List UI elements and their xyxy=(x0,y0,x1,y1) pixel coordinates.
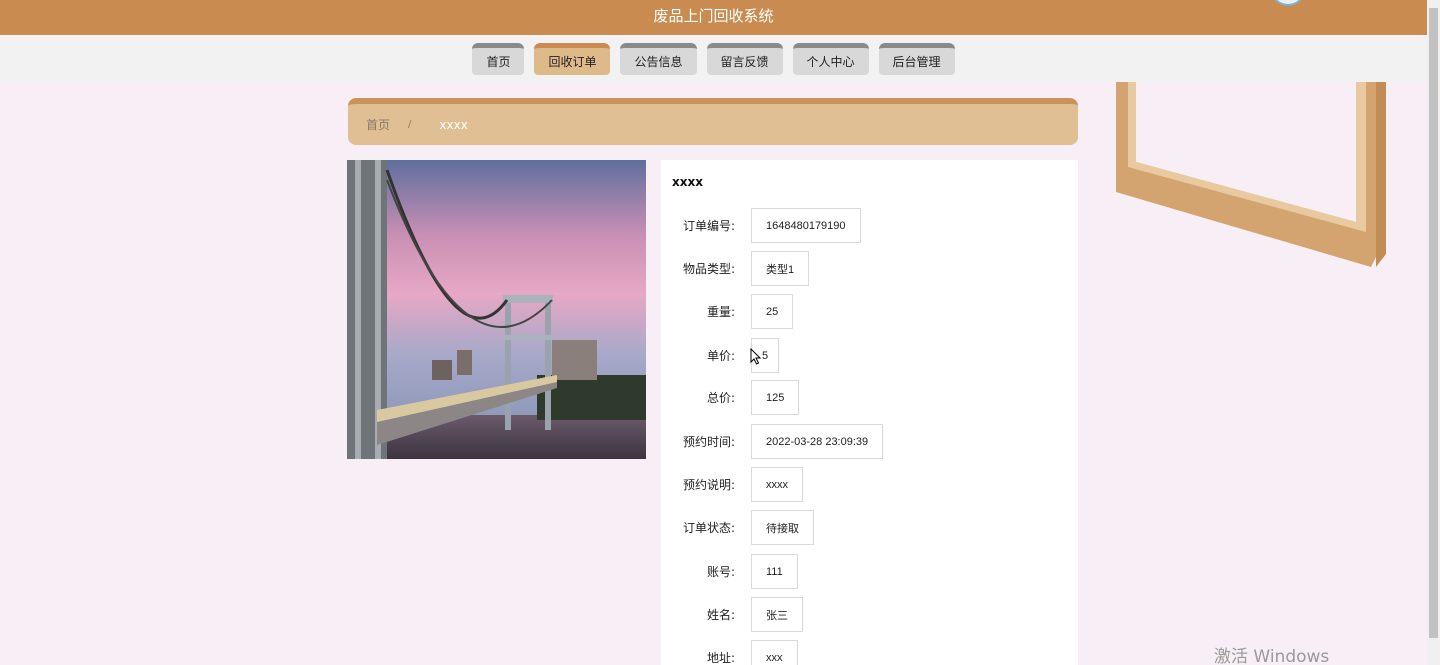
field-value: 张三 xyxy=(751,597,803,632)
field-label: 预约说明: xyxy=(682,478,735,492)
field-weight: 重量: 25 xyxy=(661,294,794,329)
breadcrumb-separator: / xyxy=(408,119,412,130)
breadcrumb: 首页 / xxxx xyxy=(348,98,1078,145)
field-label: 总价: xyxy=(706,391,735,405)
field-total-price: 总价: 125 xyxy=(661,380,800,415)
breadcrumb-home-link[interactable]: 首页 xyxy=(366,116,390,133)
field-value: 25 xyxy=(751,294,794,329)
field-value: 125 xyxy=(751,380,800,415)
field-value: 2022-03-28 23:09:39 xyxy=(751,424,884,459)
scrollbar-thumb[interactable] xyxy=(1429,8,1438,638)
order-detail-panel: xxxx 订单编号: 1648480179190 物品类型: 类型1 重量: 2… xyxy=(661,160,1078,665)
field-account: 账号: 111 xyxy=(661,554,798,589)
vertical-scrollbar[interactable] xyxy=(1427,0,1440,665)
field-label: 物品类型: xyxy=(682,262,735,276)
app-title: 废品上门回收系统 xyxy=(653,7,774,25)
field-label: 地址: xyxy=(706,651,735,665)
field-appointment-note: 预约说明: xxxx xyxy=(661,467,803,502)
mouse-cursor-icon xyxy=(750,348,762,365)
app-header: 废品上门回收系统 xyxy=(0,0,1427,35)
field-order-number: 订单编号: 1648480179190 xyxy=(661,208,861,243)
field-appointment-time: 预约时间: 2022-03-28 23:09:39 xyxy=(661,424,884,459)
field-name: 姓名: 张三 xyxy=(661,597,803,632)
windows-activation-watermark: 激活 Windows xyxy=(1214,647,1330,665)
nav-feedback[interactable]: 留言反馈 xyxy=(706,43,783,75)
field-label: 订单状态: xyxy=(682,521,735,535)
field-value: 待接取 xyxy=(751,510,814,545)
field-address: 地址: xxx xyxy=(661,640,798,665)
breadcrumb-current: xxxx xyxy=(439,117,468,132)
field-label: 订单编号: xyxy=(682,219,735,233)
nav-recycle-orders[interactable]: 回收订单 xyxy=(534,43,611,75)
detail-title: xxxx xyxy=(672,175,703,189)
field-label: 单价: xyxy=(706,349,735,363)
field-value: 111 xyxy=(751,554,798,589)
item-photo xyxy=(347,160,646,459)
decorative-frame xyxy=(1116,82,1386,267)
field-label: 账号: xyxy=(706,565,735,579)
field-label: 重量: xyxy=(706,305,735,319)
field-item-type: 物品类型: 类型1 xyxy=(661,251,810,286)
field-order-status: 订单状态: 待接取 xyxy=(661,510,814,545)
field-label: 姓名: xyxy=(706,608,735,622)
main-nav: 首页 回收订单 公告信息 留言反馈 个人中心 后台管理 xyxy=(0,35,1427,82)
nav-personal-center[interactable]: 个人中心 xyxy=(792,43,869,75)
field-value: xxx xyxy=(751,640,798,665)
nav-admin[interactable]: 后台管理 xyxy=(878,43,955,75)
nav-announcements[interactable]: 公告信息 xyxy=(620,43,697,75)
field-label: 预约时间: xyxy=(682,435,735,449)
field-value: 1648480179190 xyxy=(751,208,861,243)
nav-home[interactable]: 首页 xyxy=(472,43,525,75)
field-value: 类型1 xyxy=(751,251,810,286)
field-value: xxxx xyxy=(751,467,803,502)
